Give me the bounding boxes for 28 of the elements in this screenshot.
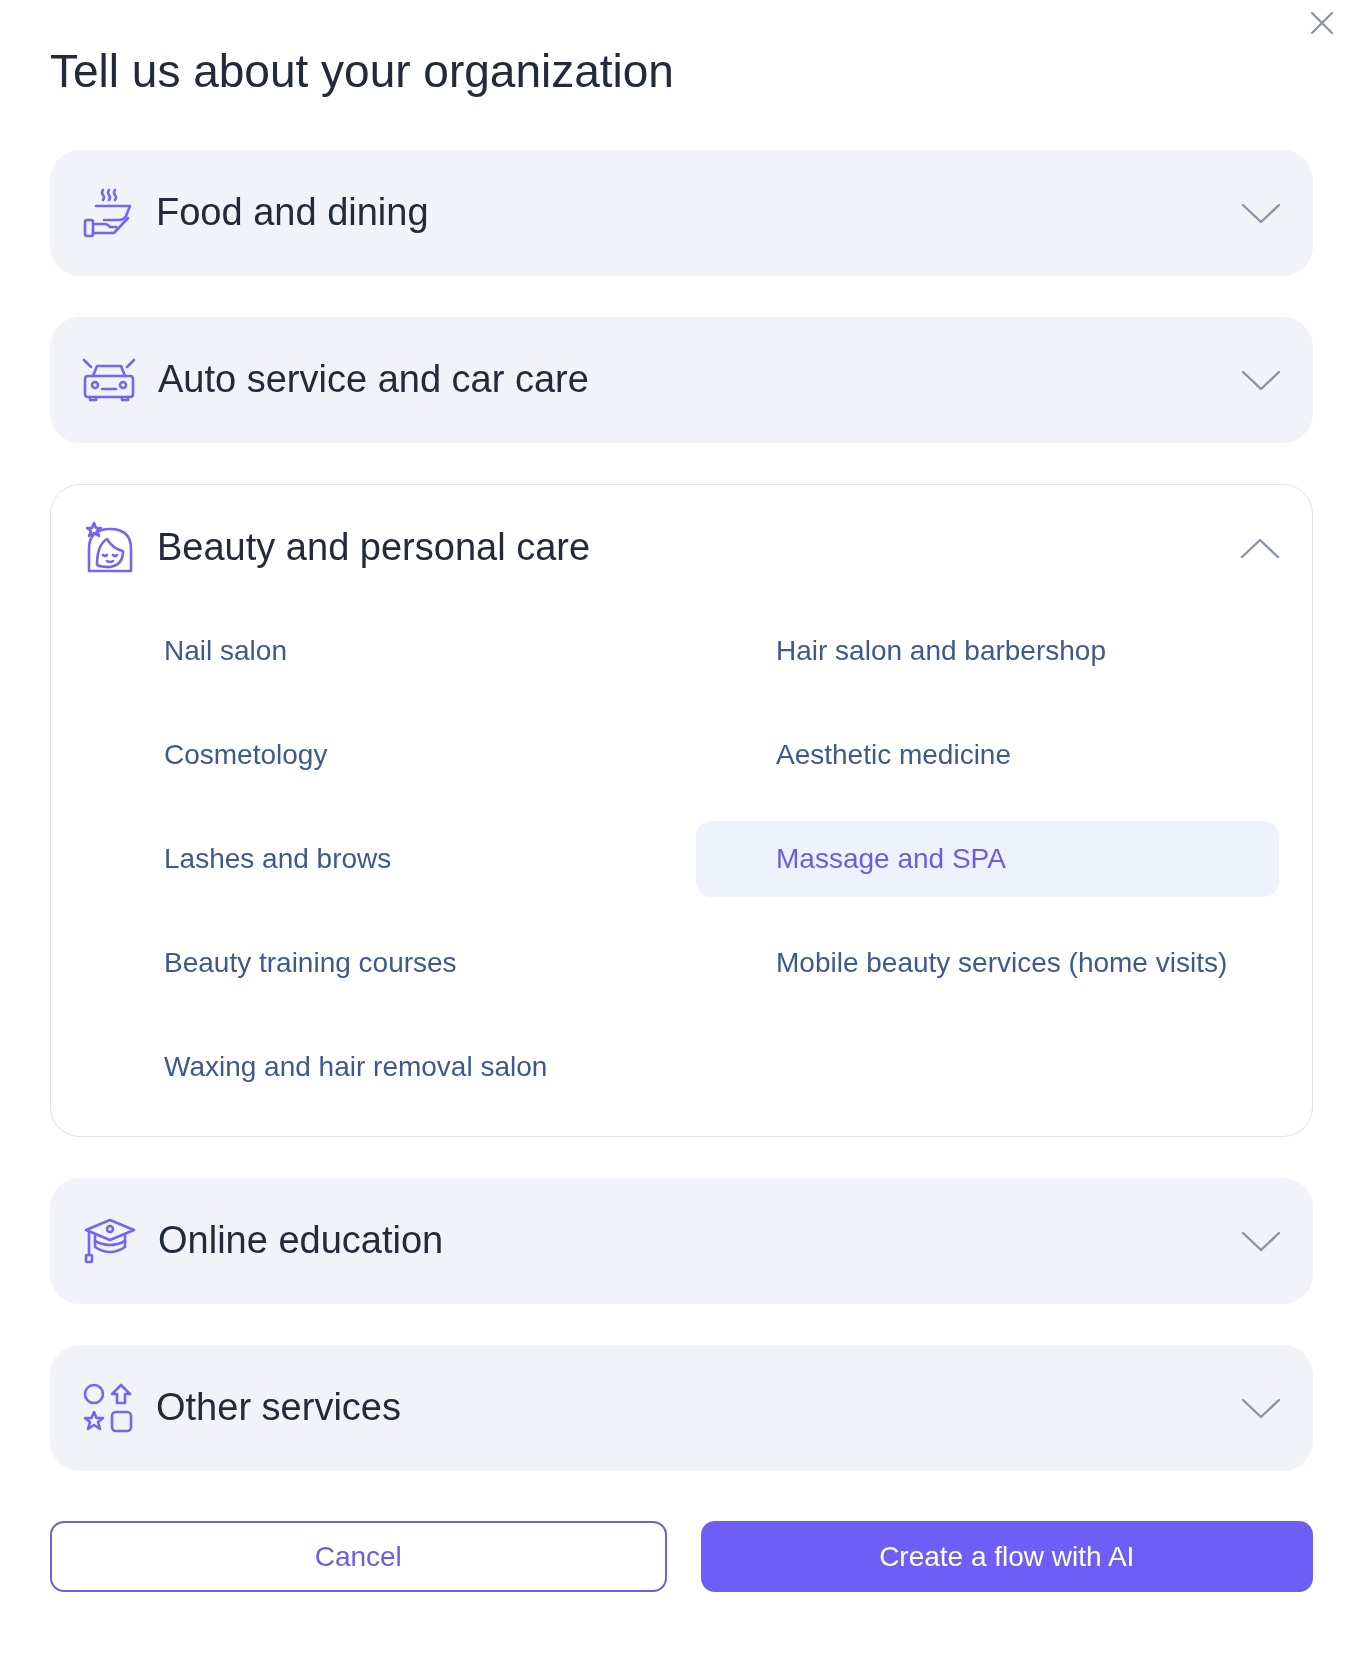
chevron-down-icon — [1241, 1397, 1281, 1419]
close-icon — [1310, 11, 1334, 35]
car-icon — [82, 358, 136, 403]
option-item[interactable]: Hair salon and barbershop — [696, 613, 1279, 690]
serving-hand-icon — [82, 187, 134, 240]
chevron-down-icon — [1241, 202, 1281, 224]
option-item[interactable]: Aesthetic medicine — [696, 717, 1279, 794]
chevron-up-icon — [1240, 537, 1280, 559]
option-item[interactable]: Cosmetology — [84, 717, 667, 794]
option-item[interactable]: Massage and SPA — [696, 821, 1279, 898]
chevron-down-icon — [1241, 369, 1281, 391]
category-header[interactable]: Online education — [50, 1178, 1313, 1305]
graduation-cap-icon — [82, 1217, 136, 1266]
option-item[interactable]: Beauty training courses — [84, 925, 667, 1002]
category-header[interactable]: Food and dining — [50, 150, 1313, 277]
chevron-down-icon — [1241, 1230, 1281, 1252]
category-header[interactable]: Auto service and car care — [50, 317, 1313, 444]
shapes-icon — [82, 1382, 134, 1435]
close-button[interactable] — [1310, 11, 1334, 35]
option-item[interactable]: Nail salon — [84, 613, 667, 690]
create-flow-button[interactable]: Create a flow with AI — [700, 1521, 1313, 1593]
dialog-title: Tell us about your organization — [50, 44, 675, 99]
option-item[interactable]: Waxing and hair removal salon — [84, 1029, 667, 1106]
category-header[interactable]: Other services — [50, 1345, 1313, 1472]
option-item[interactable]: Mobile beauty services (home visits) — [696, 925, 1279, 1002]
category-header[interactable]: Beauty and personal care — [51, 485, 1312, 612]
option-item[interactable]: Lashes and brows — [84, 821, 667, 898]
cancel-button[interactable]: Cancel — [50, 1521, 667, 1593]
